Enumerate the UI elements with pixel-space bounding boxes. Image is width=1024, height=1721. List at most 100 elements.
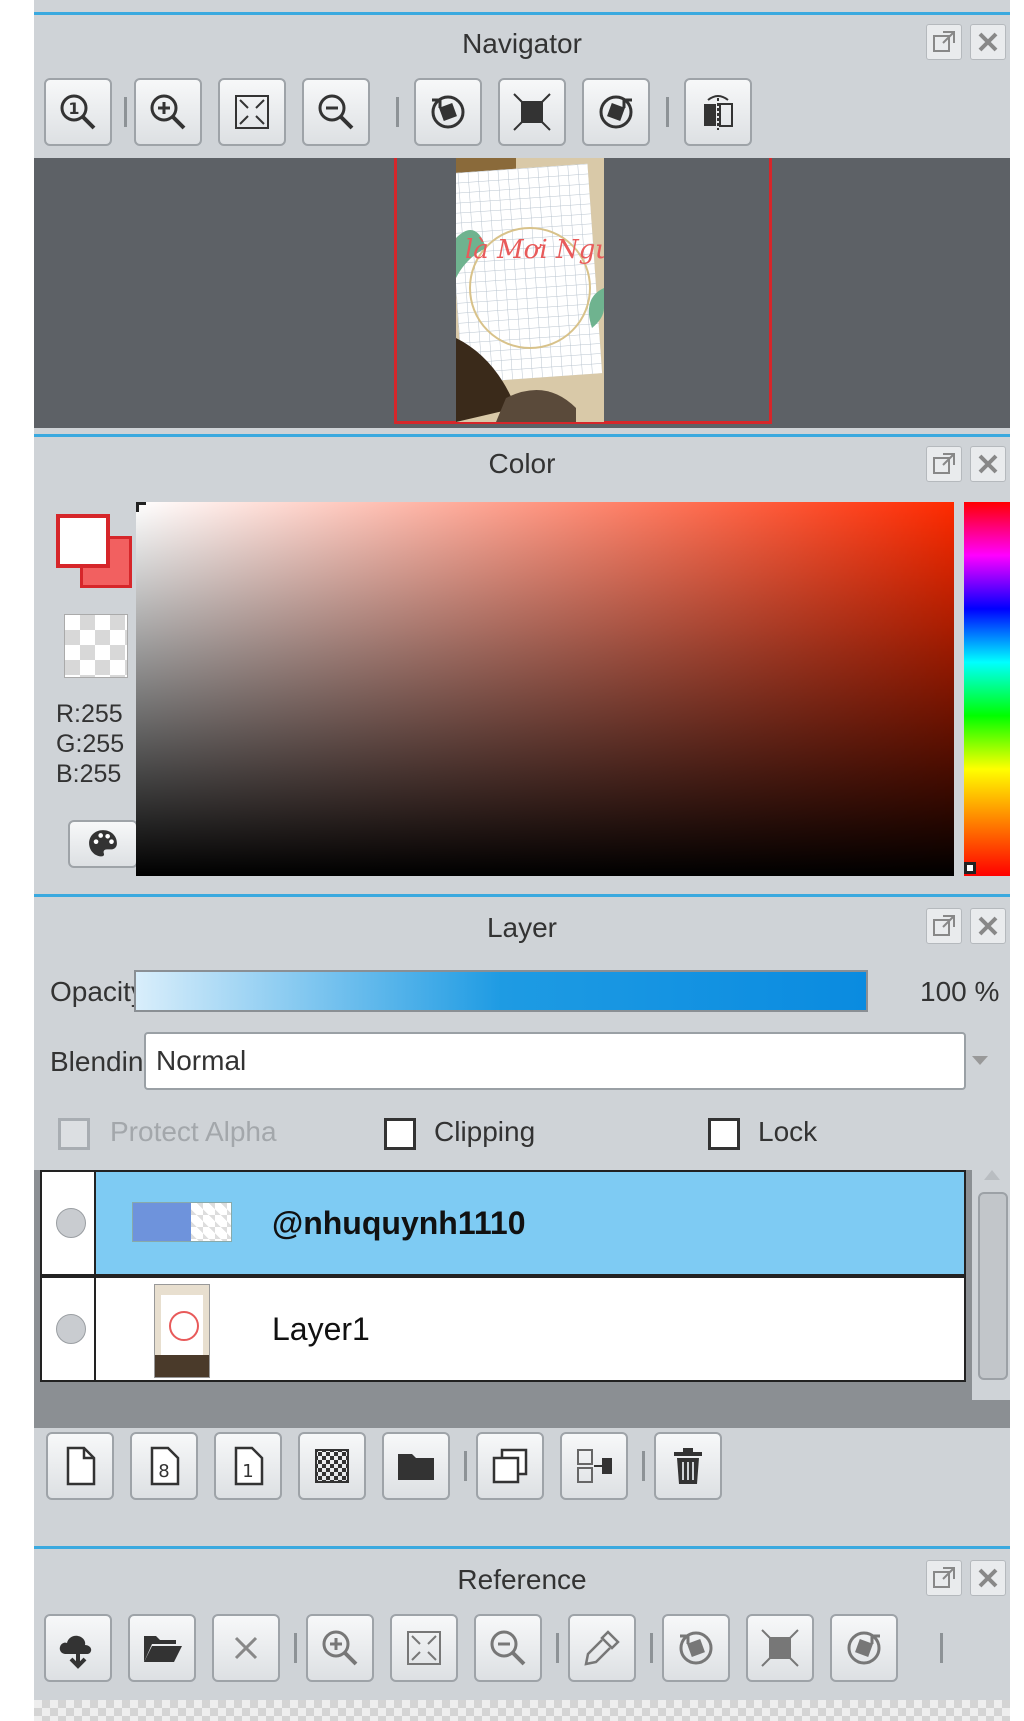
close-panel-icon[interactable]: [970, 908, 1006, 944]
reference-title: Reference: [457, 1564, 587, 1595]
red-value: R:255: [56, 700, 123, 728]
fit-screen-icon[interactable]: [218, 78, 286, 146]
new-folder-icon[interactable]: [382, 1432, 450, 1500]
scrollbar-thumb[interactable]: [978, 1192, 1008, 1380]
navigator-panel: Navigator 1 là Mơi Ng: [34, 0, 1010, 432]
navigator-view[interactable]: hề là Mơi Người: [34, 158, 1010, 428]
thumbnail-title-text: hề là Mơi Người: [456, 235, 604, 265]
color-title: Color: [488, 448, 556, 479]
layer-visibility-toggle[interactable]: [56, 1208, 86, 1238]
layer-name: @nhuquynh1110: [272, 1205, 526, 1241]
layer-list-scrollbar[interactable]: [972, 1170, 1012, 1400]
transparent-color-swatch[interactable]: [64, 614, 128, 678]
duplicate-layer-icon[interactable]: [476, 1432, 544, 1500]
reference-canvas-strip: [34, 1700, 1010, 1721]
close-panel-icon[interactable]: [970, 446, 1006, 482]
layer-row-divider: [94, 1172, 96, 1274]
close-panel-icon[interactable]: [970, 1560, 1006, 1596]
hue-slider[interactable]: [964, 502, 1010, 876]
toolbar-separator: [124, 97, 127, 127]
layer-row[interactable]: @nhuquynh1110: [40, 1170, 966, 1276]
reference-panel: Reference: [34, 1540, 1010, 1721]
toolbar-separator: [940, 1633, 943, 1663]
layer-window-buttons: [920, 908, 1010, 948]
svg-text:8: 8: [158, 1461, 169, 1482]
new-8bit-layer-icon[interactable]: 8: [130, 1432, 198, 1500]
layer-row-divider: [94, 1278, 96, 1380]
popout-icon[interactable]: [926, 24, 962, 60]
open-folder-icon[interactable]: [128, 1614, 196, 1682]
toolbar-separator: [556, 1633, 559, 1663]
scroll-up-arrow-icon[interactable]: [984, 1170, 1000, 1180]
fit-screen-icon[interactable]: [390, 1614, 458, 1682]
opacity-value: 100 %: [920, 976, 1000, 1007]
clipping-label: Clipping: [434, 1116, 536, 1147]
lock-label: Lock: [758, 1116, 818, 1147]
popout-icon[interactable]: [926, 908, 962, 944]
rotate-left-icon[interactable]: [414, 78, 482, 146]
zoom-out-icon[interactable]: [474, 1614, 542, 1682]
layer-list: @nhuquynh1110 Layer1: [34, 1170, 1010, 1428]
layer-visibility-toggle[interactable]: [56, 1314, 86, 1344]
popout-icon[interactable]: [926, 1560, 962, 1596]
navigator-window-buttons: [920, 24, 1010, 64]
panel-top-line: [34, 434, 1010, 437]
blending-label: Blending: [50, 1046, 159, 1077]
layer-title: Layer: [486, 912, 558, 943]
rotate-right-icon[interactable]: [582, 78, 650, 146]
close-panel-icon[interactable]: [970, 24, 1006, 60]
panel-top-line: [34, 12, 1010, 15]
blue-value: B:255: [56, 760, 122, 788]
field-cursor: [136, 502, 146, 512]
toolbar-separator: [650, 1633, 653, 1663]
flip-horizontal-icon[interactable]: [684, 78, 752, 146]
zoom-in-icon[interactable]: [134, 78, 202, 146]
svg-text:1: 1: [68, 99, 79, 118]
toolbar-separator: [396, 97, 399, 127]
layer-row[interactable]: Layer1: [40, 1276, 966, 1382]
palette-icon[interactable]: [68, 820, 138, 868]
lock-checkbox[interactable]: [708, 1118, 740, 1150]
protect-alpha-checkbox[interactable]: [58, 1118, 90, 1150]
green-value: G:255: [56, 730, 125, 758]
blending-select[interactable]: Normal: [144, 1032, 966, 1090]
reset-rotation-icon[interactable]: [498, 78, 566, 146]
new-layer-icon[interactable]: [46, 1432, 114, 1500]
foreground-color-swatch[interactable]: [56, 514, 110, 568]
svg-text:1: 1: [242, 1461, 253, 1482]
chevron-down-icon[interactable]: [972, 1056, 988, 1065]
right-edge: [1010, 0, 1024, 1721]
toolbar-separator: [464, 1451, 467, 1481]
eyedropper-icon[interactable]: [568, 1614, 636, 1682]
layer-thumbnail: [132, 1202, 232, 1242]
hue-slider-marker: [964, 862, 976, 874]
toolbar-separator: [666, 97, 669, 127]
saturation-value-field[interactable]: [136, 502, 954, 876]
rotate-left-icon[interactable]: [662, 1614, 730, 1682]
toolbar-separator: [294, 1633, 297, 1663]
delete-layer-icon[interactable]: [654, 1432, 722, 1500]
opacity-slider[interactable]: [134, 970, 868, 1012]
panel-top-line: [34, 894, 1010, 897]
toolbar-separator: [642, 1451, 645, 1481]
zoom-in-icon[interactable]: [306, 1614, 374, 1682]
new-halftone-layer-icon[interactable]: [298, 1432, 366, 1500]
layer-thumbnail: [154, 1284, 210, 1378]
navigator-title: Navigator: [462, 28, 582, 59]
reset-rotation-icon[interactable]: [746, 1614, 814, 1682]
reference-window-buttons: [920, 1560, 1010, 1600]
opacity-label: Opacity: [50, 976, 145, 1007]
zoom-out-icon[interactable]: [302, 78, 370, 146]
clipping-checkbox[interactable]: [384, 1118, 416, 1150]
panel-top-line: [34, 1546, 1010, 1549]
merge-down-icon[interactable]: [560, 1432, 628, 1500]
rotate-right-icon[interactable]: [830, 1614, 898, 1682]
layer-name: Layer1: [272, 1311, 370, 1347]
open-cloud-icon[interactable]: [44, 1614, 112, 1682]
close-icon[interactable]: [212, 1614, 280, 1682]
new-1bit-layer-icon[interactable]: 1: [214, 1432, 282, 1500]
zoom-actual-icon[interactable]: 1: [44, 78, 112, 146]
color-window-buttons: [920, 446, 1010, 486]
navigator-canvas-thumbnail: hề là Mơi Người: [456, 158, 604, 422]
popout-icon[interactable]: [926, 446, 962, 482]
